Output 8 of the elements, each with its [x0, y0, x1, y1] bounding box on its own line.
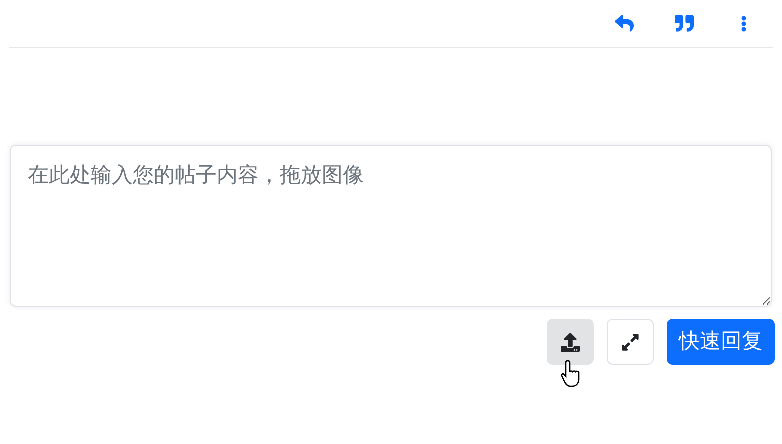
quick-reply-button[interactable]: 快速回复 [667, 319, 775, 365]
quote-icon [674, 14, 694, 33]
reply-icon [614, 14, 634, 33]
upload-button[interactable] [547, 319, 594, 365]
post-field[interactable]: 在此处输入您的帖子内容，拖放图像 [10, 145, 772, 307]
upload-icon [561, 332, 580, 352]
expand-icon [621, 332, 640, 352]
expand-button[interactable] [607, 319, 654, 365]
